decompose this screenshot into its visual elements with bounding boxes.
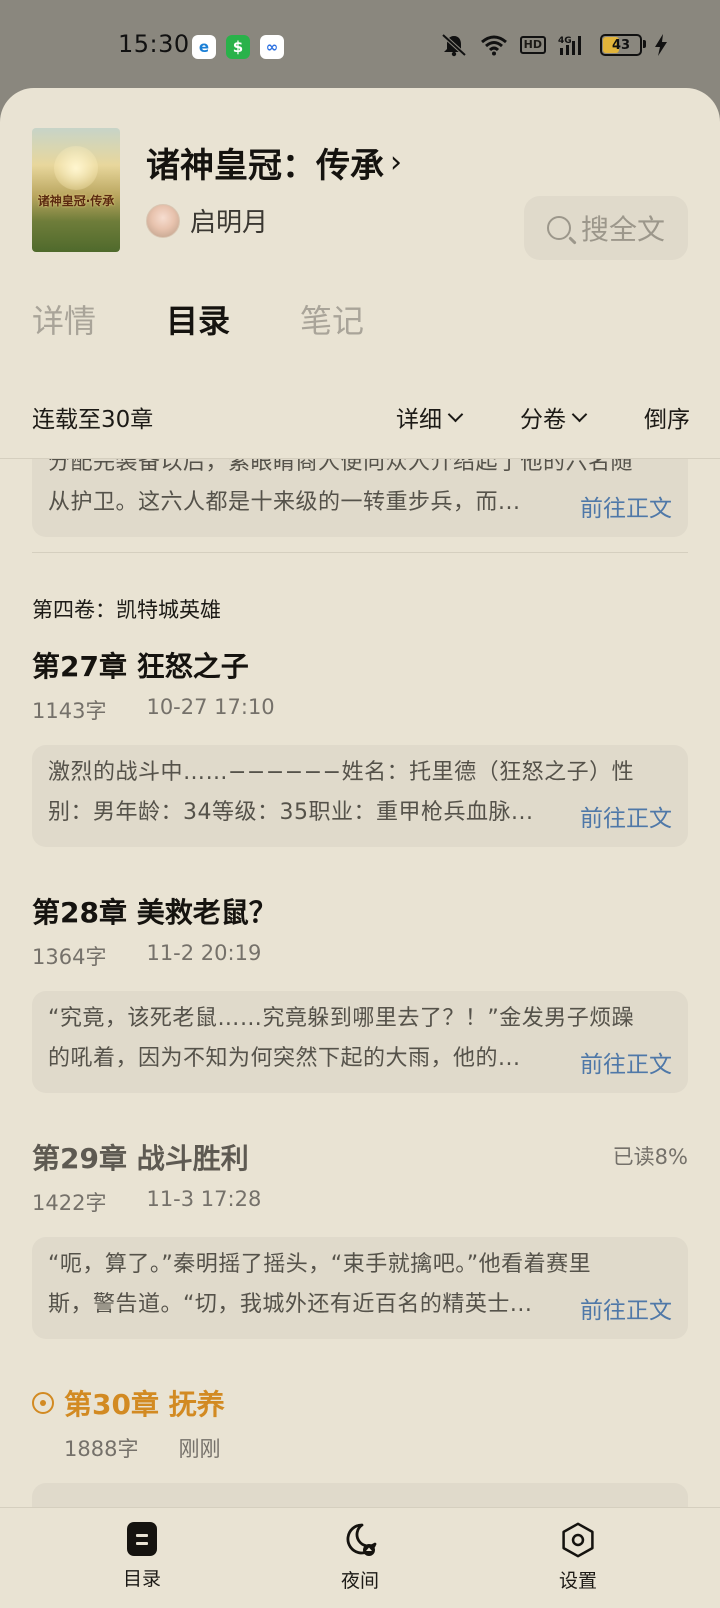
status-time: 15:30 <box>118 30 190 58</box>
book-title-link[interactable]: 诸神皇冠：传承 › <box>146 138 402 187</box>
nav-settings-label: 设置 <box>558 1570 597 1592</box>
summary-text: 分配完装备以后，紫眼睛商人便向众人介绍起了他的六名随 从护卫。这六人都是十来级的… <box>48 459 666 523</box>
cellular-signal-icon: 4G <box>558 36 581 55</box>
reverse-order-button[interactable]: 倒序 <box>644 400 690 434</box>
chapter-title[interactable]: 第28章 美救老鼠？ <box>32 891 277 931</box>
cloud-icon: ∞ <box>260 35 284 59</box>
summary-text: “究竟，该死老鼠……究竟躲到哪里去了？！”金发男子烦躁 的吼着，因为不知为何突然… <box>48 999 666 1079</box>
bottom-nav: 目录 夜间 设置 <box>0 1507 720 1608</box>
summary-text: “呃，算了。”秦明摇了摇头，“束手就擒吧。”他看着赛里 斯，警告道。“切，我城外… <box>48 1245 666 1325</box>
search-label: 搜全文 <box>580 213 665 246</box>
summary-line: 别：男年龄：34等级：35职业：重甲枪兵血脉... <box>48 800 534 825</box>
search-full-text-button[interactable]: 搜全文 <box>524 196 688 260</box>
summary-text: 激烈的战斗中……−−−−−−姓名：托里德（狂怒之子）性 别：男年龄：34等级：3… <box>48 753 666 833</box>
cover-title: 诸神皇冠·传承 <box>37 194 115 208</box>
chapter-summary-card[interactable]: “呃，算了。”秦明摇了摇头，“束手就擒吧。”他看着赛里 斯，警告道。“切，我城外… <box>32 1237 688 1339</box>
chapter-meta: 1888字 刚刚 <box>64 1433 220 1463</box>
update-time: 10-27 17:10 <box>146 695 275 719</box>
nav-settings-button[interactable]: 设置 <box>518 1522 638 1593</box>
catalog-sheet: 诸神皇冠·传承 诸神皇冠：传承 › 启明月 搜全文 详情 目录 笔记 连载至30… <box>0 88 720 1608</box>
chapter-meta: 1422字 11-3 17:28 <box>32 1187 261 1217</box>
update-time: 11-3 17:28 <box>146 1187 262 1211</box>
mute-bell-icon <box>441 33 467 57</box>
cover-sun <box>54 146 98 190</box>
nav-night-label: 夜间 <box>340 1570 379 1592</box>
locate-current-icon <box>32 1392 54 1414</box>
word-count: 1364字 <box>32 945 107 969</box>
author-link[interactable]: 启明月 <box>146 202 268 239</box>
goto-text-link[interactable]: 前往正文 <box>580 489 672 523</box>
chapter-meta: 1143字 10-27 17:10 <box>32 695 275 725</box>
chevron-right-icon: › <box>390 145 402 180</box>
svg-text:4G: 4G <box>558 36 572 46</box>
volume-dropdown[interactable]: 分卷 <box>520 400 588 434</box>
nav-night-button[interactable]: 夜间 <box>300 1522 420 1593</box>
volume-title: 第四卷：凯特城英雄 <box>32 598 221 622</box>
summary-line: 分配完装备以后，紫眼睛商人便向众人介绍起了他的六名随 <box>48 459 634 475</box>
chevron-down-icon <box>447 406 464 422</box>
nav-toc-button[interactable]: 目录 <box>82 1522 202 1591</box>
nav-toc-label: 目录 <box>122 1568 161 1590</box>
summary-line: 斯，警告道。“切，我城外还有近百名的精英士... <box>48 1292 533 1317</box>
word-count: 1143字 <box>32 699 107 723</box>
wallet-icon: $ <box>226 35 250 59</box>
battery-level: 43 <box>611 37 631 53</box>
summary-line: 从护卫。这六人都是十来级的一转重步兵，而... <box>48 490 521 515</box>
serial-status: 连载至30章 <box>32 407 154 433</box>
goto-text-link[interactable]: 前往正文 <box>580 799 672 833</box>
chapter-summary-card[interactable]: 分配完装备以后，紫眼睛商人便向众人介绍起了他的六名随 从护卫。这六人都是十来级的… <box>32 459 688 537</box>
chapter-list[interactable]: 分配完装备以后，紫眼睛商人便向众人介绍起了他的六名随 从护卫。这六人都是十来级的… <box>0 459 720 1509</box>
status-bar: 15:30 e $ ∞ HD 4G 43 <box>0 0 720 96</box>
settings-hexagon-icon <box>562 1522 594 1558</box>
chapter-summary-card[interactable]: “究竟，该死老鼠……究竟躲到哪里去了？！”金发男子烦躁 的吼着，因为不知为何突然… <box>32 991 688 1093</box>
read-progress: 已读8% <box>612 1145 688 1169</box>
chapter-summary-card[interactable] <box>32 1483 688 1509</box>
summary-line: “究竟，该死老鼠……究竟躲到哪里去了？！”金发男子烦躁 <box>48 1006 635 1031</box>
tab-bar: 详情 目录 笔记 <box>32 296 364 342</box>
tab-catalog[interactable]: 目录 <box>166 296 230 342</box>
status-indicators: HD 4G 43 <box>440 33 668 57</box>
chapter-title[interactable]: 第27章 狂怒之子 <box>32 645 249 685</box>
detail-dropdown[interactable]: 详细 <box>396 400 464 434</box>
hd-icon: HD <box>519 36 546 54</box>
summary-line: “呃，算了。”秦明摇了摇头，“束手就擒吧。”他看着赛里 <box>48 1252 592 1277</box>
goto-text-link[interactable]: 前往正文 <box>580 1045 672 1079</box>
update-time: 11-2 20:19 <box>146 941 262 965</box>
book-cover[interactable]: 诸神皇冠·传承 <box>32 128 120 252</box>
search-icon <box>546 216 571 240</box>
tab-details[interactable]: 详情 <box>32 296 96 342</box>
chapter-summary-card[interactable]: 激烈的战斗中……−−−−−−姓名：托里德（狂怒之子）性 别：男年龄：34等级：3… <box>32 745 688 847</box>
volume-label: 分卷 <box>520 407 566 433</box>
author-avatar <box>146 203 180 238</box>
moon-icon <box>346 1523 377 1556</box>
chevron-down-icon <box>571 406 588 422</box>
toc-icon <box>127 1522 157 1556</box>
summary-line: 的吼着，因为不知为何突然下起的大雨，他的... <box>48 1046 521 1071</box>
word-count: 1888字 <box>64 1437 139 1461</box>
order-label: 倒序 <box>644 407 690 433</box>
wifi-icon <box>480 35 507 56</box>
chapter-meta: 1364字 11-2 20:19 <box>32 941 261 971</box>
goto-text-link[interactable]: 前往正文 <box>580 1291 672 1325</box>
author-name: 启明月 <box>190 208 269 238</box>
battery-icon: 43 <box>600 34 646 56</box>
detail-label: 详细 <box>396 407 442 433</box>
volume-divider <box>32 552 688 553</box>
tab-notes[interactable]: 笔记 <box>300 296 364 342</box>
telecom-icon: e <box>192 35 216 59</box>
charging-icon <box>655 34 667 56</box>
summary-line: 激烈的战斗中……−−−−−−姓名：托里德（狂怒之子）性 <box>48 760 635 785</box>
filter-bar: 连载至30章 详细 分卷 倒序 <box>0 388 720 448</box>
chapter-title[interactable]: 第29章 战斗胜利 <box>32 1137 249 1177</box>
word-count: 1422字 <box>32 1191 107 1215</box>
update-time: 刚刚 <box>178 1437 221 1461</box>
chapter-title-current[interactable]: 第30章 抚养 <box>64 1383 225 1423</box>
book-title: 诸神皇冠：传承 <box>146 146 384 186</box>
